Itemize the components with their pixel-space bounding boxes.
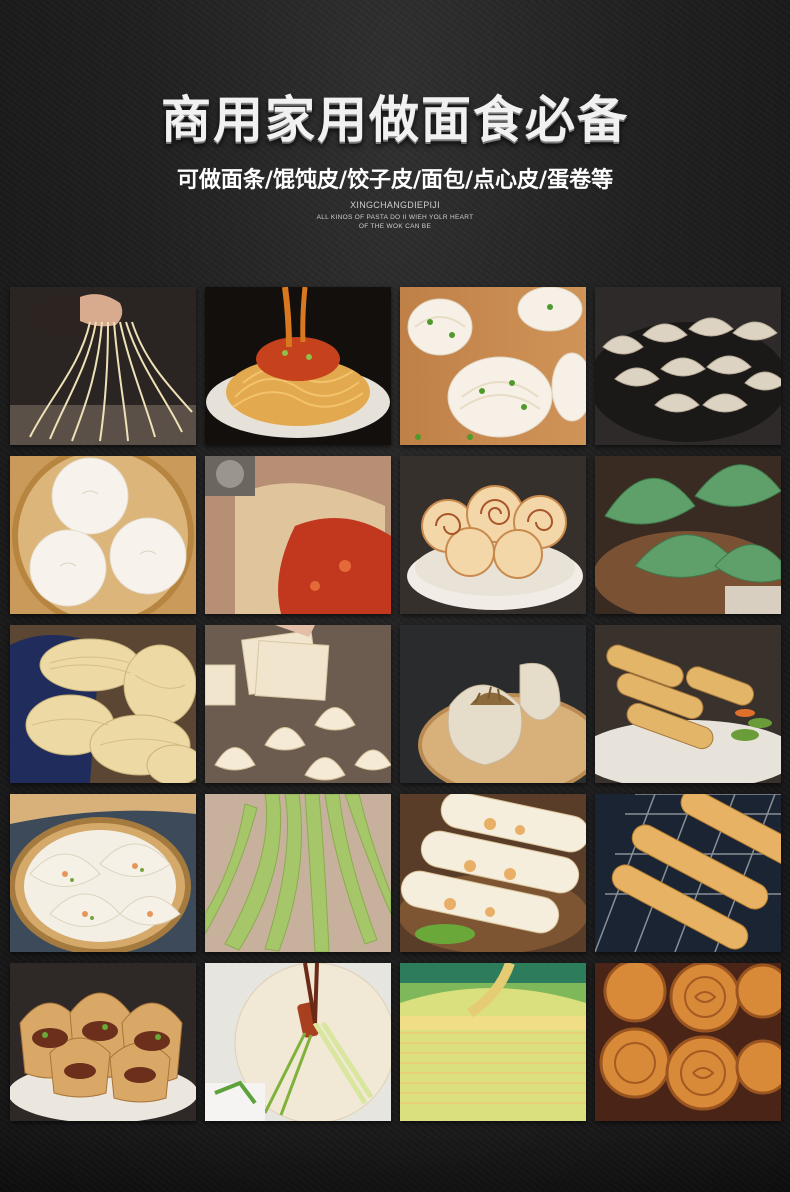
food-gallery bbox=[10, 287, 781, 1121]
bottom-shadow bbox=[0, 1122, 790, 1192]
caption-line-2: ALL KINOS OF PASTA DO II WIEH YOLR HEART bbox=[316, 214, 474, 221]
photo-wonton-wrappers bbox=[205, 625, 391, 783]
photo-steamed-dumplings bbox=[10, 794, 196, 952]
photo-mooncakes bbox=[595, 963, 781, 1121]
caption-line-3: OF THE WOK CAN BE bbox=[358, 223, 432, 230]
photo-steamed-buns bbox=[10, 456, 196, 614]
photo-spring-rolls bbox=[595, 625, 781, 783]
product-page: 商用家用做面食必备 可做面条/馄饨皮/饺子皮/面包/点心皮/蛋卷等 XINGCH… bbox=[0, 0, 790, 1192]
page-title: 商用家用做面食必备 bbox=[161, 91, 629, 149]
photo-pizza-dough bbox=[205, 456, 391, 614]
photo-green-noodles bbox=[205, 794, 391, 952]
photo-cinnamon-roll-buns bbox=[400, 456, 586, 614]
photo-scallion-rolls bbox=[400, 287, 586, 445]
page-subtitle: 可做面条/馄饨皮/饺子皮/面包/点心皮/蛋卷等 bbox=[176, 168, 614, 193]
caption-line-1: XINGCHANGDIEPIJI bbox=[350, 200, 440, 210]
photo-peking-duck-wraps bbox=[205, 963, 391, 1121]
photo-fried-dough-sticks bbox=[595, 794, 781, 952]
photo-hand-pulled-noodles bbox=[10, 287, 196, 445]
photo-soup-dumpling bbox=[400, 625, 586, 783]
photo-dried-noodle-nests bbox=[10, 625, 196, 783]
photo-dumplings-on-pan bbox=[595, 287, 781, 445]
photo-stuffed-flatbread bbox=[10, 963, 196, 1121]
photo-egg-pancake-rolls bbox=[400, 794, 586, 952]
photo-layered-crepe-cake bbox=[400, 963, 586, 1121]
photo-green-dumplings bbox=[595, 456, 781, 614]
photo-noodles-with-sauce bbox=[205, 287, 391, 445]
